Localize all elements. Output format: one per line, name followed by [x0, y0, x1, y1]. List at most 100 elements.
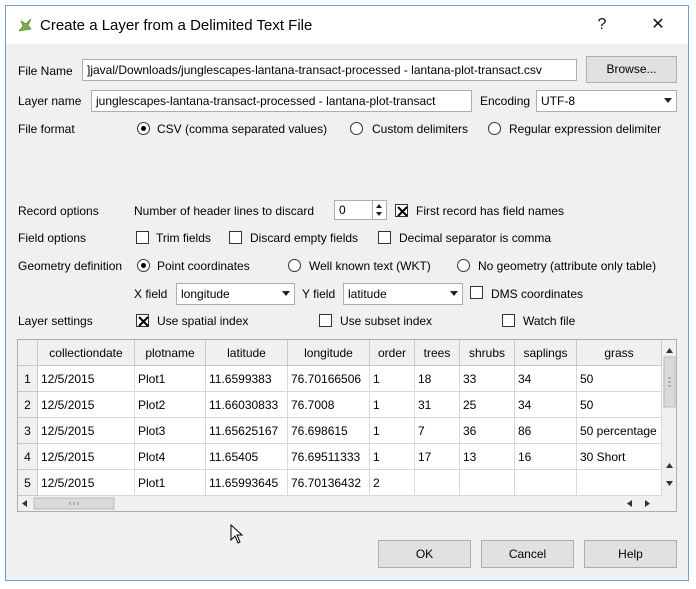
table-cell[interactable]: Plot2 [135, 392, 206, 418]
table-cell[interactable]: 1 [370, 366, 415, 392]
file-name-input[interactable]: ]javal/Downloads/junglescapes-lantana-tr… [82, 59, 577, 81]
table-cell[interactable] [460, 470, 515, 496]
radio-csv[interactable] [137, 122, 150, 135]
x-field-select[interactable]: longitude [176, 283, 295, 305]
table-cell[interactable]: 76.69511333 [288, 444, 370, 470]
horizontal-scrollbar[interactable] [18, 496, 676, 511]
table-cell[interactable]: 2 [370, 470, 415, 496]
column-header[interactable]: trees [415, 340, 460, 366]
table-cell[interactable]: 11.65405 [206, 444, 288, 470]
radio-point-coordinates[interactable] [137, 259, 150, 272]
table-cell[interactable]: 11.65993645 [206, 470, 288, 496]
table-cell[interactable]: 12/5/2015 [38, 392, 135, 418]
column-header[interactable]: grass [577, 340, 662, 366]
dms-label[interactable]: DMS coordinates [491, 287, 583, 301]
close-icon[interactable]: ✕ [644, 14, 672, 36]
table-cell[interactable] [515, 470, 577, 496]
row-header[interactable]: 5 [18, 470, 38, 496]
radio-wkt-label[interactable]: Well known text (WKT) [309, 259, 431, 273]
table-cell[interactable]: 12/5/2015 [38, 444, 135, 470]
column-header[interactable]: collectiondate [38, 340, 135, 366]
table-cell[interactable]: Plot1 [135, 366, 206, 392]
radio-point-coordinates-label[interactable]: Point coordinates [157, 259, 250, 273]
first-record-label[interactable]: First record has field names [416, 204, 564, 218]
table-cell[interactable]: 50 [577, 392, 662, 418]
spatial-index-checkbox[interactable] [136, 314, 149, 327]
table-cell[interactable]: Plot3 [135, 418, 206, 444]
y-field-select[interactable]: latitude [343, 283, 463, 305]
column-header[interactable]: longitude [288, 340, 370, 366]
table-cell[interactable]: 13 [460, 444, 515, 470]
row-header[interactable]: 3 [18, 418, 38, 444]
table-cell[interactable]: 16 [515, 444, 577, 470]
column-header[interactable]: shrubs [460, 340, 515, 366]
spin-arrows-icon[interactable] [372, 201, 386, 219]
table-cell[interactable]: 76.7008 [288, 392, 370, 418]
discard-empty-checkbox[interactable] [229, 231, 242, 244]
table-cell[interactable]: 12/5/2015 [38, 470, 135, 496]
subset-index-label[interactable]: Use subset index [340, 314, 432, 328]
table-cell[interactable]: 76.70136432 [288, 470, 370, 496]
ok-button[interactable]: OK [378, 540, 471, 568]
radio-custom-delimiters[interactable] [350, 122, 363, 135]
radio-regex-delimiter[interactable] [488, 122, 501, 135]
table-corner[interactable] [18, 340, 38, 366]
discard-empty-label[interactable]: Discard empty fields [250, 231, 358, 245]
table-cell[interactable]: 18 [415, 366, 460, 392]
row-header[interactable]: 1 [18, 366, 38, 392]
table-cell[interactable]: 36 [460, 418, 515, 444]
table-cell[interactable]: 34 [515, 392, 577, 418]
table-cell[interactable]: 86 [515, 418, 577, 444]
table-cell[interactable] [577, 470, 662, 496]
trim-fields-checkbox[interactable] [136, 231, 149, 244]
sample-data-table[interactable]: collectiondate plotname latitude longitu… [17, 339, 677, 512]
table-cell[interactable]: 1 [370, 444, 415, 470]
cancel-button[interactable]: Cancel [481, 540, 574, 568]
trim-fields-label[interactable]: Trim fields [156, 231, 211, 245]
column-header[interactable]: plotname [135, 340, 206, 366]
table-cell[interactable]: 34 [515, 366, 577, 392]
table-cell[interactable]: 1 [370, 418, 415, 444]
column-header[interactable]: saplings [515, 340, 577, 366]
subset-index-checkbox[interactable] [319, 314, 332, 327]
table-cell[interactable]: 11.66030833 [206, 392, 288, 418]
table-cell[interactable] [415, 470, 460, 496]
table-cell[interactable]: 12/5/2015 [38, 366, 135, 392]
table-cell[interactable]: 11.65625167 [206, 418, 288, 444]
radio-no-geometry-label[interactable]: No geometry (attribute only table) [478, 259, 656, 273]
spatial-index-label[interactable]: Use spatial index [157, 314, 248, 328]
row-header[interactable]: 4 [18, 444, 38, 470]
header-lines-spinbox[interactable]: 0 [334, 200, 387, 220]
table-cell[interactable]: 50 [577, 366, 662, 392]
row-header[interactable]: 2 [18, 392, 38, 418]
table-cell[interactable]: 76.698615 [288, 418, 370, 444]
layer-name-input[interactable]: junglescapes-lantana-transact-processed … [91, 90, 472, 112]
table-cell[interactable]: 17 [415, 444, 460, 470]
help-icon[interactable]: ? [588, 14, 616, 36]
table-cell[interactable]: 12/5/2015 [38, 418, 135, 444]
table-cell[interactable]: 31 [415, 392, 460, 418]
table-cell[interactable]: 33 [460, 366, 515, 392]
radio-no-geometry[interactable] [457, 259, 470, 272]
help-button[interactable]: Help [584, 540, 677, 568]
radio-custom-delimiters-label[interactable]: Custom delimiters [372, 122, 468, 136]
watch-file-label[interactable]: Watch file [523, 314, 575, 328]
table-cell[interactable]: 1 [370, 392, 415, 418]
table-cell[interactable]: 50 percentage [577, 418, 662, 444]
radio-csv-label[interactable]: CSV (comma separated values) [157, 122, 327, 136]
table-cell[interactable]: 11.6599383 [206, 366, 288, 392]
decimal-comma-checkbox[interactable] [378, 231, 391, 244]
decimal-comma-label[interactable]: Decimal separator is comma [399, 231, 551, 245]
table-cell[interactable]: 30 Short [577, 444, 662, 470]
first-record-checkbox[interactable] [395, 204, 408, 217]
radio-regex-delimiter-label[interactable]: Regular expression delimiter [509, 122, 661, 136]
column-header[interactable]: order [370, 340, 415, 366]
browse-button[interactable]: Browse... [586, 56, 677, 83]
vertical-scrollbar[interactable] [662, 340, 676, 496]
table-cell[interactable]: 25 [460, 392, 515, 418]
table-cell[interactable]: Plot4 [135, 444, 206, 470]
encoding-select[interactable]: UTF-8 [536, 90, 677, 112]
table-cell[interactable]: Plot1 [135, 470, 206, 496]
watch-file-checkbox[interactable] [502, 314, 515, 327]
table-cell[interactable]: 7 [415, 418, 460, 444]
